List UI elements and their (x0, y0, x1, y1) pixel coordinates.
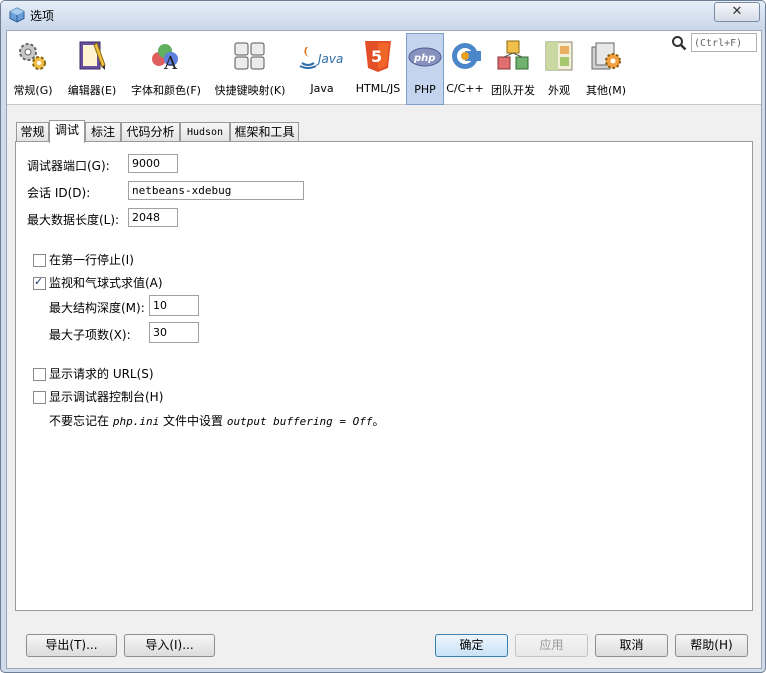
search-icon[interactable] (671, 35, 687, 51)
note-setting: output buffering = Off (226, 415, 373, 428)
show-url-checkbox[interactable] (33, 368, 46, 381)
category-editor[interactable]: 编辑器(E) (61, 33, 123, 103)
svg-text:A: A (163, 53, 178, 73)
cpp-icon (452, 43, 481, 69)
ok-button[interactable]: 确定 (435, 634, 508, 657)
svg-text:Java: Java (316, 52, 343, 66)
svg-text:php: php (413, 53, 435, 64)
category-label: 编辑器(E) (67, 84, 117, 97)
category-label: 外观 (548, 84, 570, 97)
close-button[interactable]: ✕ (714, 2, 760, 22)
import-button[interactable]: 导入(I)... (124, 634, 215, 657)
max-data-length-label: 最大数据长度(L): (27, 213, 120, 227)
category-label: 常规(G) (13, 84, 53, 97)
tab-code-analysis[interactable]: 代码分析 (121, 122, 180, 142)
category-label: PHP (414, 83, 436, 96)
netbeans-cube-icon (9, 7, 25, 23)
category-php[interactable]: php PHP (406, 33, 444, 105)
cancel-button[interactable]: 取消 (595, 634, 668, 657)
search-hint: (Ctrl+F) (694, 38, 743, 49)
tab-frameworks-tools[interactable]: 框架和工具 (230, 122, 299, 142)
export-button[interactable]: 导出(T)... (26, 634, 117, 657)
team-icon (497, 40, 529, 70)
stop-first-line-label: 在第一行停止(I) (49, 253, 134, 267)
stop-first-line-checkbox[interactable] (33, 254, 46, 267)
session-id-label: 会话 ID(D): (27, 186, 91, 200)
debugger-port-label: 调试器端口(G): (27, 159, 110, 173)
category-toolbar: 常规(G) 编辑器(E) A 字体和颜色(F) 快捷键映射(K) Java Ja… (7, 31, 761, 105)
editor-icon (79, 41, 106, 70)
note-prefix: 不要忘记在 (49, 414, 113, 428)
max-data-length-field[interactable]: 2048 (128, 208, 178, 227)
category-misc[interactable]: 其他(M) (579, 33, 633, 103)
fonts-colors-icon: A (152, 44, 178, 73)
show-console-checkbox[interactable] (33, 391, 46, 404)
appearance-icon (545, 41, 573, 71)
watches-balloon-label: 监视和气球式求值(A) (49, 276, 163, 290)
options-window: 选项 ✕ 常规(G) 编辑器(E) A 字体和颜色(F) 快捷键映射(K) Ja… (0, 0, 766, 673)
note-suffix: 。 (372, 414, 385, 428)
category-label: 字体和颜色(F) (131, 84, 201, 97)
category-label: Java (310, 82, 334, 95)
note-file: php.ini (112, 415, 160, 428)
gears-icon (19, 43, 46, 70)
keymap-icon (234, 42, 265, 70)
max-struct-depth-field[interactable]: 10 (149, 295, 199, 316)
category-keymap[interactable]: 快捷键映射(K) (209, 33, 291, 103)
html5-icon: 5 (365, 41, 391, 72)
category-team[interactable]: 团队开发 (486, 33, 540, 103)
category-label: 其他(M) (585, 84, 627, 97)
session-id-field[interactable]: netbeans-xdebug (128, 181, 304, 200)
tab-hudson[interactable]: Hudson (180, 122, 230, 142)
java-icon: Java (299, 47, 343, 69)
search-input[interactable]: (Ctrl+F) (691, 33, 757, 52)
output-buffering-note: 不要忘记在 php.ini 文件中设置 output buffering = O… (49, 412, 385, 429)
show-console-label: 显示调试器控制台(H) (49, 390, 164, 404)
category-java[interactable]: Java Java (293, 33, 351, 103)
category-fonts-colors[interactable]: A 字体和颜色(F) (125, 33, 207, 103)
apply-button[interactable]: 应用 (515, 634, 588, 657)
max-children-field[interactable]: 30 (149, 322, 199, 343)
category-label: HTML/JS (355, 82, 401, 95)
note-mid: 文件中设置 (159, 414, 227, 428)
watches-balloon-checkbox[interactable] (33, 275, 46, 290)
show-url-label: 显示请求的 URL(S) (49, 367, 154, 381)
max-struct-depth-label: 最大结构深度(M): (49, 301, 145, 315)
misc-icon (591, 42, 621, 70)
category-label: 快捷键映射(K) (214, 84, 286, 97)
tab-annotations[interactable]: 标注 (85, 122, 121, 142)
php-icon: php (408, 47, 442, 67)
category-label: 团队开发 (491, 84, 535, 97)
title-bar: 选项 ✕ (1, 1, 765, 29)
category-general[interactable]: 常规(G) (9, 33, 57, 103)
max-children-label: 最大子项数(X): (49, 328, 131, 342)
options-content: 常规(G) 编辑器(E) A 字体和颜色(F) 快捷键映射(K) Java Ja… (6, 30, 762, 669)
help-button[interactable]: 帮助(H) (675, 634, 748, 657)
category-html-js[interactable]: 5 HTML/JS (353, 33, 403, 103)
category-label: C/C++ (446, 82, 484, 95)
tab-debugging[interactable]: 调试 (49, 120, 85, 143)
category-appearance[interactable]: 外观 (541, 33, 577, 103)
debugging-panel: 调试器端口(G): 9000 会话 ID(D): netbeans-xdebug… (15, 141, 753, 611)
debugger-port-field[interactable]: 9000 (128, 154, 178, 173)
category-cpp[interactable]: C/C++ (445, 33, 485, 103)
tab-general[interactable]: 常规 (16, 122, 49, 142)
svg-text:5: 5 (371, 47, 382, 66)
window-title: 选项 (30, 9, 55, 23)
